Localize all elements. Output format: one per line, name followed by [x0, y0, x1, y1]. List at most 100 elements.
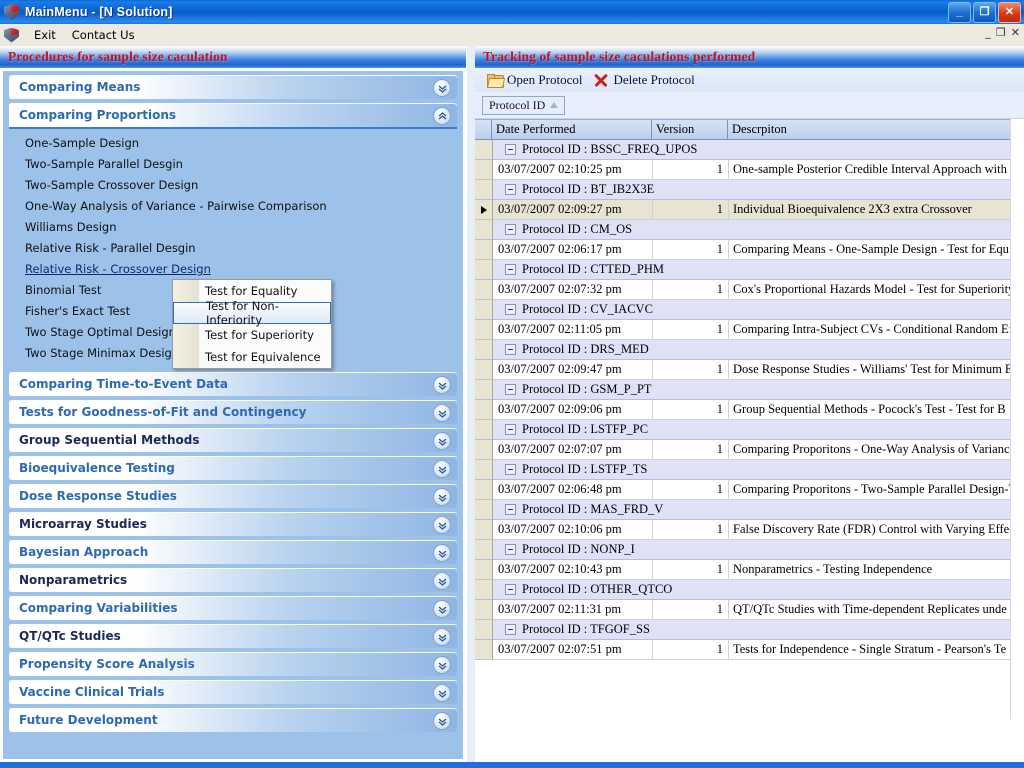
table-row[interactable]: 03/07/2007 02:10:25 pm 1 One-sample Poster… [475, 160, 1024, 180]
grid-group-row[interactable]: Protocol ID : BSSC_FREQ_UPOS [475, 140, 1024, 160]
grid-group-row[interactable]: Protocol ID : DRS_MED [475, 340, 1024, 360]
accordion-header-comparing-time-to-event-data[interactable]: Comparing Time-to-Event Data [9, 372, 457, 396]
row-selector-cell[interactable] [475, 600, 493, 620]
collapse-group-icon[interactable] [505, 264, 516, 275]
menu-item-contact-us[interactable]: Contact Us [64, 26, 143, 44]
chevron-down-icon[interactable] [433, 79, 451, 97]
collapse-group-icon[interactable] [505, 584, 516, 595]
context-menu-item[interactable]: Test for Equivalence [173, 346, 331, 368]
chevron-down-icon[interactable] [433, 432, 451, 450]
row-selector-cell[interactable] [475, 640, 493, 660]
collapse-group-icon[interactable] [505, 224, 516, 235]
table-row[interactable]: 03/07/2007 02:11:31 pm 1 QT/QTc Studies wi… [475, 600, 1024, 620]
collapse-group-icon[interactable] [505, 544, 516, 555]
table-row[interactable]: 03/07/2007 02:07:51 pm 1 Tests for Indepen… [475, 640, 1024, 660]
minimize-button[interactable]: _ [948, 1, 971, 23]
grid-group-row[interactable]: Protocol ID : BT_IB2X3E [475, 180, 1024, 200]
chevron-down-icon[interactable] [433, 684, 451, 702]
chevron-down-icon[interactable] [433, 600, 451, 618]
context-menu-item[interactable]: Test for Superiority [173, 324, 331, 346]
menu-item-exit[interactable]: Exit [26, 26, 64, 44]
row-selector-cell[interactable] [475, 160, 493, 180]
open-protocol-button[interactable]: Open Protocol [486, 72, 582, 88]
group-by-chip-protocol-id[interactable]: Protocol ID [482, 95, 566, 115]
accordion-header-bioequivalence-testing[interactable]: Bioequivalence Testing [9, 456, 457, 480]
table-row[interactable]: 03/07/2007 02:09:06 pm 1 Group Sequential … [475, 400, 1024, 420]
accordion-header-comparing-proportions[interactable]: Comparing Proportions [9, 103, 457, 129]
row-selector-cell[interactable] [475, 320, 493, 340]
grid-column-version[interactable]: Version [652, 120, 728, 139]
procedure-item[interactable]: Relative Risk - Parallel Desgin [9, 238, 457, 259]
delete-protocol-button[interactable]: Delete Protocol [594, 72, 695, 88]
table-row[interactable]: 03/07/2007 02:07:32 pm 1 Cox's Proportiona… [475, 280, 1024, 300]
accordion-header-tests-for-goodness-of-fit-and-contingency[interactable]: Tests for Goodness-of-Fit and Contingenc… [9, 400, 457, 424]
collapse-group-icon[interactable] [505, 504, 516, 515]
procedure-item[interactable]: One-Way Analysis of Variance - Pairwise … [9, 196, 457, 217]
table-row[interactable]: 03/07/2007 02:11:05 pm 1 Comparing Intra-S… [475, 320, 1024, 340]
close-button[interactable]: ✕ [998, 1, 1021, 23]
collapse-group-icon[interactable] [505, 384, 516, 395]
accordion-header-nonparametrics[interactable]: Nonparametrics [9, 568, 457, 592]
collapse-group-icon[interactable] [505, 464, 516, 475]
chevron-down-icon[interactable] [433, 488, 451, 506]
grid-group-row[interactable]: Protocol ID : LSTFP_PC [475, 420, 1024, 440]
row-selector-cell[interactable] [475, 200, 493, 220]
collapse-group-icon[interactable] [505, 424, 516, 435]
collapse-group-icon[interactable] [505, 344, 516, 355]
accordion-header-comparing-variabilities[interactable]: Comparing Variabilities [9, 596, 457, 620]
table-row[interactable]: 03/07/2007 02:10:43 pm 1 Nonparametrics - … [475, 560, 1024, 580]
grid-group-row[interactable]: Protocol ID : MAS_FRD_V [475, 500, 1024, 520]
chevron-down-icon[interactable] [433, 544, 451, 562]
table-row[interactable]: 03/07/2007 02:09:27 pm 1 Individual Bioequ… [475, 200, 1024, 220]
row-selector-cell[interactable] [475, 360, 493, 380]
procedure-item[interactable]: Two-Sample Parallel Desgin [9, 154, 457, 175]
grid-group-row[interactable]: Protocol ID : CTTED_PHM [475, 260, 1024, 280]
chevron-down-icon[interactable] [433, 460, 451, 478]
chevron-down-icon[interactable] [433, 404, 451, 422]
chevron-down-icon[interactable] [433, 376, 451, 394]
chevron-down-icon[interactable] [433, 628, 451, 646]
collapse-group-icon[interactable] [505, 624, 516, 635]
chevron-down-icon[interactable] [433, 516, 451, 534]
mdi-close-button[interactable]: ✕ [1011, 27, 1020, 38]
procedure-item[interactable]: Relative Risk - Crossover Design [9, 259, 457, 280]
context-menu-item[interactable]: Test for Non-Inferiority [173, 299, 331, 327]
grid-body[interactable]: Protocol ID : BSSC_FREQ_UPOS 03/07/2007 0… [475, 140, 1024, 660]
accordion-header-dose-response-studies[interactable]: Dose Response Studies [9, 484, 457, 508]
test-type-context-menu[interactable]: Test for Equality Test for Non-Inferiorit… [172, 279, 332, 369]
table-row[interactable]: 03/07/2007 02:09:47 pm 1 Dose Response Stu… [475, 360, 1024, 380]
grid-group-row[interactable]: Protocol ID : LSTFP_TS [475, 460, 1024, 480]
row-selector-cell[interactable] [475, 400, 493, 420]
row-selector-cell[interactable] [475, 480, 493, 500]
grid-group-row[interactable]: Protocol ID : GSM_P_PT [475, 380, 1024, 400]
chevron-up-icon[interactable] [433, 107, 451, 125]
row-selector-cell[interactable] [475, 280, 493, 300]
grid-group-row[interactable]: Protocol ID : CV_IACVC [475, 300, 1024, 320]
group-by-box[interactable]: Protocol ID [475, 92, 1024, 119]
accordion-header-future-development[interactable]: Future Development [9, 708, 457, 732]
mdi-minimize-button[interactable]: _ [985, 27, 991, 38]
row-selector-cell[interactable] [475, 520, 493, 540]
table-row[interactable]: 03/07/2007 02:06:48 pm 1 Comparing Propori… [475, 480, 1024, 500]
table-row[interactable]: 03/07/2007 02:10:06 pm 1 False Discovery R… [475, 520, 1024, 540]
accordion-header-microarray-studies[interactable]: Microarray Studies [9, 512, 457, 536]
grid-group-row[interactable]: Protocol ID : CM_OS [475, 220, 1024, 240]
accordion-header-vaccine-clinical-trials[interactable]: Vaccine Clinical Trials [9, 680, 457, 704]
grid-column-description[interactable]: Descrpiton [728, 120, 1024, 139]
protocols-grid[interactable]: Date Performed Version Descrpiton Protoc… [475, 119, 1024, 720]
procedures-accordion[interactable]: Comparing Means Comparing Proportions One-… [2, 70, 464, 760]
row-selector-cell[interactable] [475, 240, 493, 260]
grid-column-date-performed[interactable]: Date Performed [492, 120, 652, 139]
accordion-header-bayesian-approach[interactable]: Bayesian Approach [9, 540, 457, 564]
chevron-down-icon[interactable] [433, 572, 451, 590]
chevron-down-icon[interactable] [433, 712, 451, 730]
grid-group-row[interactable]: Protocol ID : NONP_I [475, 540, 1024, 560]
table-row[interactable]: 03/07/2007 02:06:17 pm 1 Comparing Means -… [475, 240, 1024, 260]
accordion-header-comparing-means[interactable]: Comparing Means [9, 75, 457, 99]
row-selector-cell[interactable] [475, 560, 493, 580]
chevron-down-icon[interactable] [433, 656, 451, 674]
sort-ascending-icon[interactable] [550, 102, 559, 108]
collapse-group-icon[interactable] [505, 144, 516, 155]
grid-group-row[interactable]: Protocol ID : OTHER_QTCO [475, 580, 1024, 600]
maximize-button[interactable]: ❐ [973, 1, 996, 23]
